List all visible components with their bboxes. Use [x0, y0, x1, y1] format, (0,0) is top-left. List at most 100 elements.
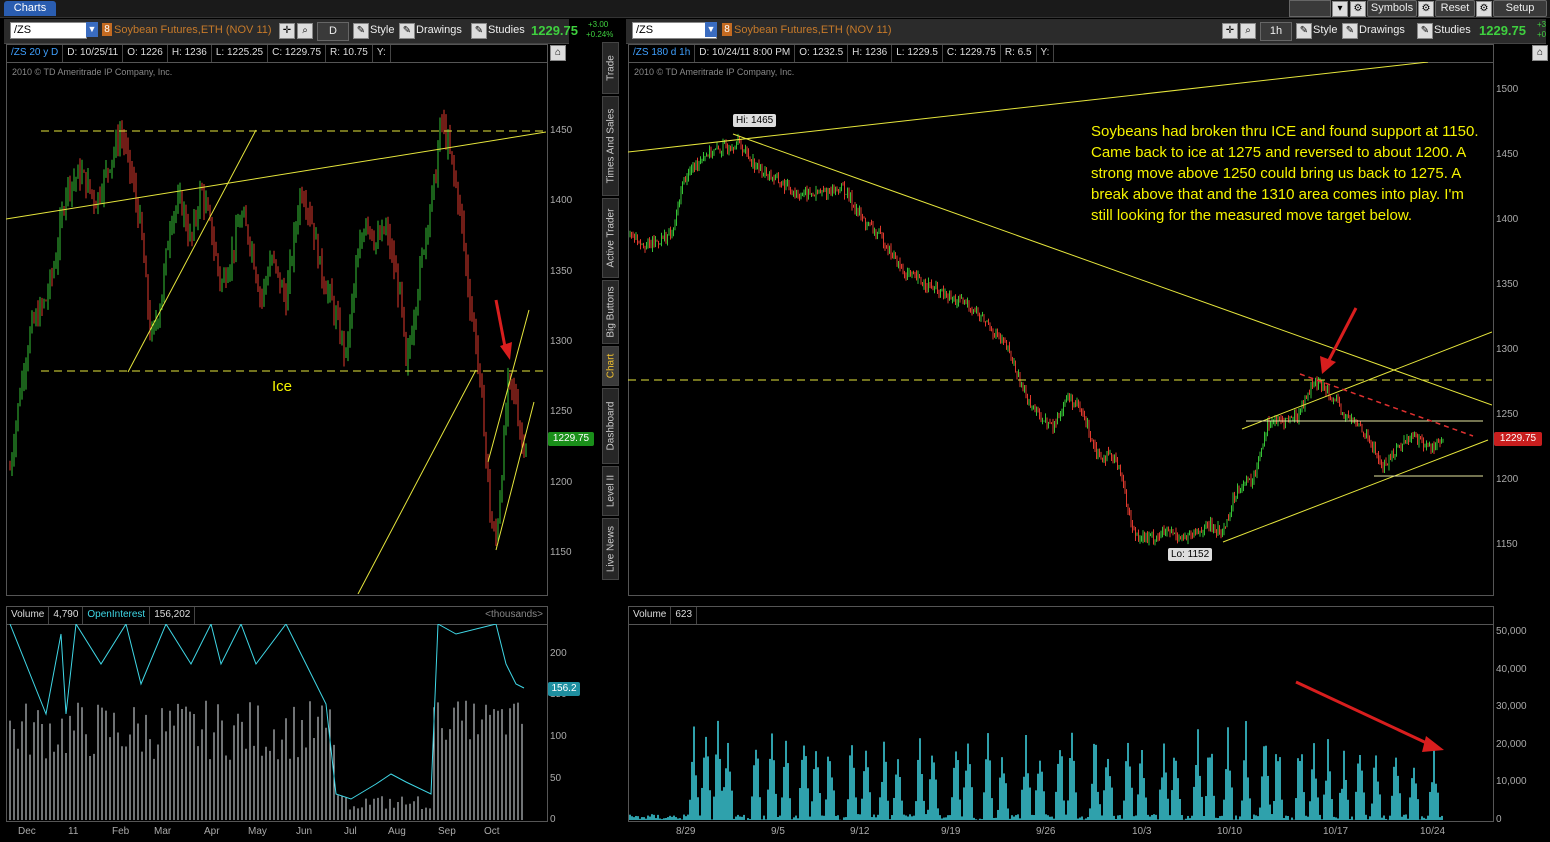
right-price-axis-tick: 1350	[1496, 279, 1519, 290]
right-info-range: R: 6.5	[1001, 45, 1037, 62]
right-price-axis-tick: 1400	[1496, 214, 1519, 225]
right-drawings-icon[interactable]: ✎	[1342, 23, 1358, 39]
right-drawings-button[interactable]: Drawings	[1359, 24, 1405, 36]
side-tab-level-ii[interactable]: Level II	[602, 466, 619, 516]
left-oi-label: OpenInterest	[83, 607, 151, 624]
right-zoom-icon[interactable]: ⌕	[1240, 23, 1256, 39]
left-change-points: +3.00	[588, 20, 609, 29]
left-volume-axis-tick: 0	[550, 814, 556, 825]
left-price-chart[interactable]	[6, 62, 546, 594]
left-change-percent: +0.24%	[586, 30, 614, 39]
left-last-price: 1229.75	[531, 23, 578, 38]
right-period-button[interactable]: 1h	[1260, 22, 1292, 41]
side-tab-label: Active Trader	[605, 208, 616, 268]
left-volume-chart[interactable]	[6, 624, 546, 820]
right-info-y: Y:	[1037, 45, 1055, 62]
right-volume-axis: 50,000 40,000 30,000 20,000 10,000 0	[1494, 624, 1546, 825]
left-time-axis-tick: Feb	[112, 826, 130, 837]
layout-grid-button[interactable]	[1289, 0, 1331, 17]
left-zoom-icon[interactable]: ⌕	[297, 23, 313, 39]
setup-icon[interactable]: ⚙	[1476, 1, 1492, 17]
left-toolbar: /ZS ▼ 8 Soybean Futures,ETH (NOV 11) ✛ ⌕…	[4, 19, 578, 44]
side-tab-label: Dashboard	[605, 401, 616, 451]
right-studies-button[interactable]: Studies	[1434, 24, 1471, 36]
wedge-line-left	[127, 129, 257, 373]
left-symbol-input[interactable]: /ZS	[10, 22, 87, 39]
right-style-button[interactable]: Style	[1313, 24, 1337, 36]
left-time-axis-tick: Oct	[484, 826, 500, 837]
left-symbol-badge: 8	[102, 23, 112, 36]
right-time-axis-tick: 10/3	[1132, 826, 1152, 837]
side-tab-dashboard[interactable]: Dashboard	[602, 388, 619, 464]
right-info-bar: /ZS 180 d 1h D: 10/24/11 8:00 PM O: 1232…	[628, 44, 1494, 63]
right-chart-settings-icon[interactable]: ⌂	[1532, 45, 1548, 61]
right-info-high: H: 1236	[848, 45, 893, 62]
reset-button[interactable]: Reset	[1435, 0, 1475, 17]
tab-charts[interactable]: Charts	[4, 1, 56, 16]
left-drawings-button[interactable]: Drawings	[416, 24, 462, 36]
left-info-low: L: 1225.25	[212, 45, 269, 62]
left-style-button[interactable]: Style	[370, 24, 394, 36]
side-tab-active-trader[interactable]: Active Trader	[602, 198, 619, 278]
left-symbol-description: Soybean Futures,ETH (NOV 11)	[114, 24, 272, 36]
left-chart-settings-icon[interactable]: ⌂	[550, 45, 566, 61]
left-info-close: C: 1229.75	[268, 45, 327, 62]
side-tab-live-news[interactable]: Live News	[602, 518, 619, 580]
side-tab-trade[interactable]: Trade	[602, 42, 619, 94]
left-ice-label: Ice	[272, 378, 293, 395]
symbols-icon[interactable]: ⚙	[1350, 1, 1366, 17]
right-style-icon[interactable]: ✎	[1296, 23, 1312, 39]
left-studies-button[interactable]: Studies	[488, 24, 525, 36]
side-tab-big-buttons[interactable]: Big Buttons	[602, 280, 619, 344]
left-oi-value: 156,202	[150, 607, 196, 624]
left-volume-axis: 200150100500	[548, 624, 596, 825]
left-time-axis-tick: Sep	[438, 826, 456, 837]
right-price-axis: 1500 1450 1400 1350 1300 1250 1200 1150	[1494, 62, 1546, 594]
right-price-tag: 1229.75	[1494, 432, 1542, 446]
left-period-button[interactable]: D	[317, 22, 349, 41]
right-symbol-dropdown[interactable]: ▼	[705, 22, 717, 37]
right-time-axis: 8/29 9/5 9/12 9/19 9/26 10/3 10/10 10/17 10/24	[628, 826, 1492, 840]
side-tab-chart[interactable]: Chart	[602, 346, 619, 386]
left-copyright: 2010 © TD Ameritrade IP Company, Inc.	[12, 67, 173, 77]
left-info-y: Y:	[373, 45, 391, 62]
right-change-percent: +0	[1537, 30, 1547, 39]
setup-button[interactable]: Setup	[1493, 0, 1547, 17]
red-arrow-head	[1320, 356, 1336, 374]
right-symbol-description: Soybean Futures,ETH (NOV 11)	[734, 24, 892, 36]
right-toolbar: /ZS ▼ 8 Soybean Futures,ETH (NOV 11) ✛ ⌕…	[626, 19, 1546, 44]
right-time-axis-tick: 9/12	[850, 826, 870, 837]
left-price-axis-tick: 1300	[550, 336, 573, 348]
left-price-axis: 1450 1400 1350 1300 1250 1200 1150	[548, 62, 596, 594]
red-dashed-resistance	[1299, 373, 1474, 437]
left-symbol-dropdown[interactable]: ▼	[86, 22, 98, 37]
right-studies-icon[interactable]: ✎	[1417, 23, 1433, 39]
side-tab-times-and-sales[interactable]: Times And Sales	[602, 96, 619, 196]
left-volume-axis-tick: 200	[550, 648, 567, 659]
channel-line-lower	[357, 369, 477, 594]
left-price-tag: 1229.75	[548, 432, 594, 446]
right-price-axis-tick: 1450	[1496, 149, 1519, 160]
left-crosshair-icon[interactable]: ✛	[279, 23, 295, 39]
left-studies-icon[interactable]: ✎	[471, 23, 487, 39]
right-price-axis-tick: 1500	[1496, 84, 1519, 95]
left-price-axis-tick: 1350	[550, 265, 573, 277]
side-tab-label: Trade	[605, 55, 616, 81]
right-hi-label: Hi: 1465	[733, 114, 777, 127]
red-arrow-shaft	[494, 299, 508, 353]
reset-icon[interactable]: ⚙	[1418, 1, 1434, 17]
right-price-axis-tick: 1200	[1496, 474, 1519, 485]
left-time-axis-tick: Jun	[296, 826, 313, 837]
right-volume-chart[interactable]	[628, 624, 1492, 820]
left-drawings-icon[interactable]: ✎	[399, 23, 415, 39]
right-crosshair-icon[interactable]: ✛	[1222, 23, 1238, 39]
right-volume-info: Volume 623	[628, 606, 1494, 625]
channel-line-a	[487, 309, 530, 463]
right-volume-axis-tick: 20,000	[1496, 739, 1527, 750]
symbols-button[interactable]: Symbols	[1367, 0, 1417, 17]
right-time-axis-tick: 10/24	[1420, 826, 1446, 837]
left-style-icon[interactable]: ✎	[353, 23, 369, 39]
left-price-axis-tick: 1400	[550, 195, 573, 207]
layout-dropdown-icon[interactable]: ▾	[1332, 1, 1348, 17]
right-lo-label: Lo: 1152	[1168, 548, 1213, 561]
